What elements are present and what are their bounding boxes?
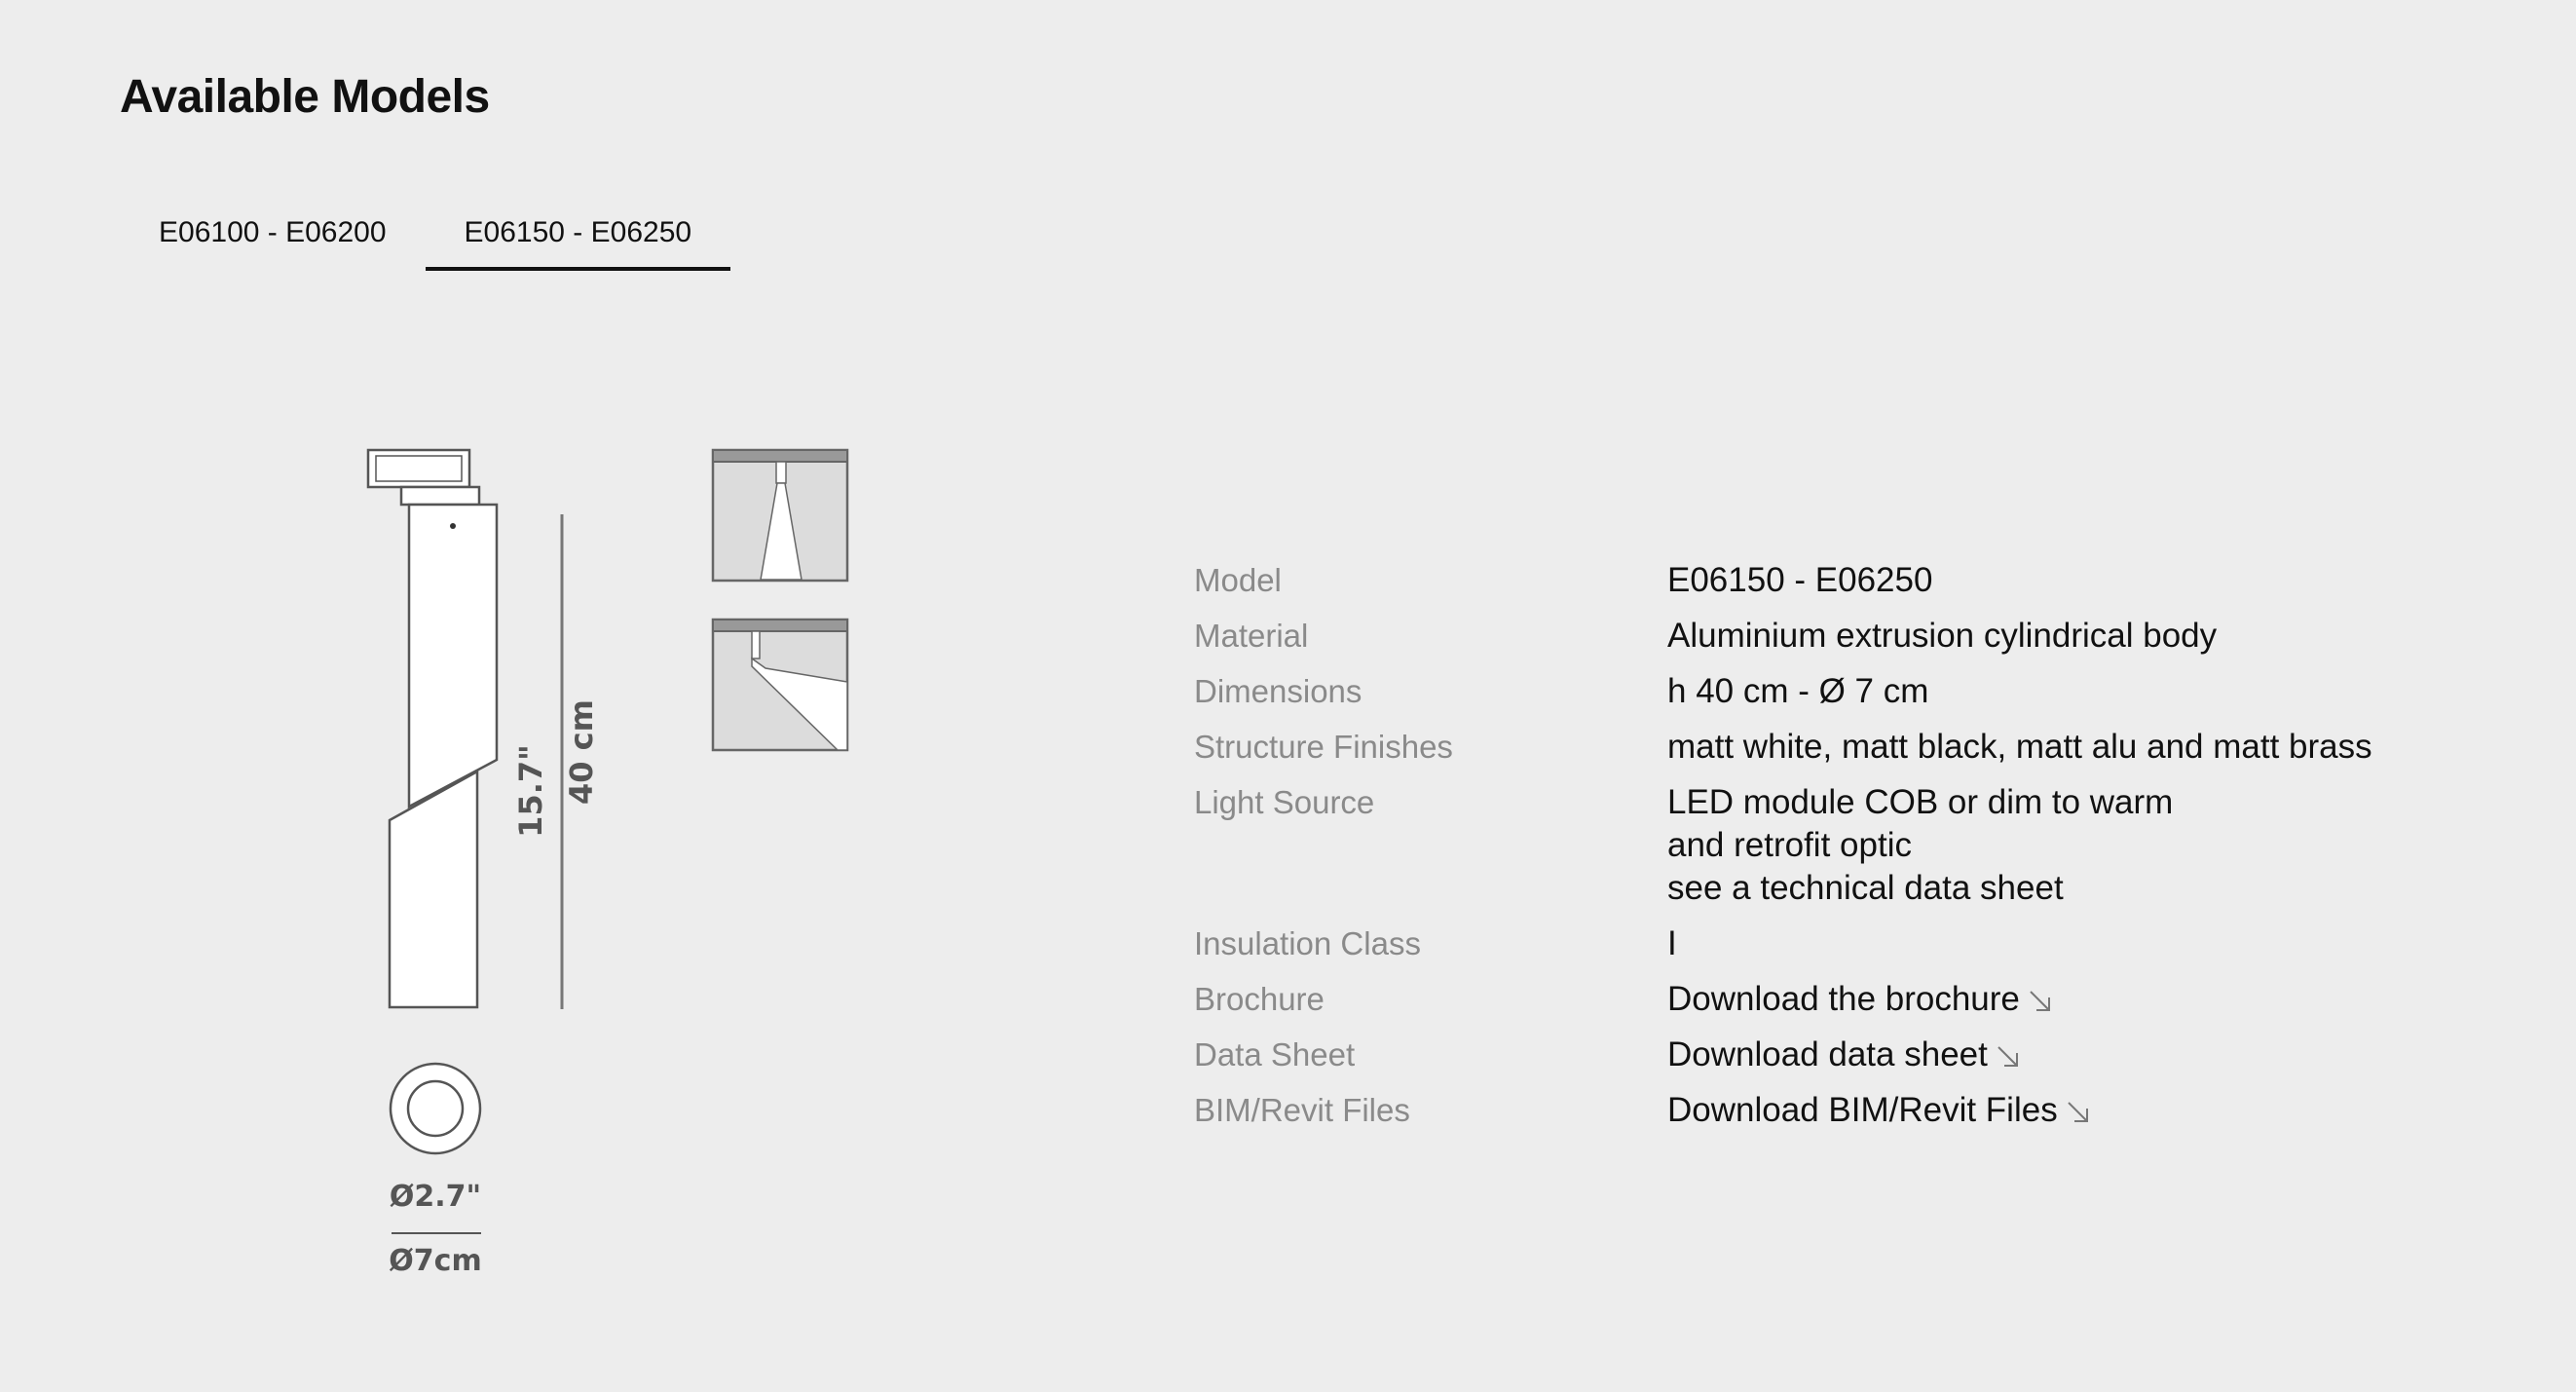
arrow-down-right-icon [1997,1046,2018,1067]
download-data-sheet-link[interactable]: Download data sheet [1667,1035,2021,1073]
spec-row-material: Material Aluminium extrusion cylindrical… [1194,617,2557,658]
spec-value-line: see a technical data sheet [1667,869,2064,907]
spec-value: I [1667,924,1677,962]
arrow-down-right-icon [2067,1102,2088,1122]
spec-value: E06150 - E06250 [1667,561,1933,599]
specs-table: Model E06150 - E06250 Material Aluminium… [1194,561,2557,1148]
tab-e06150-e06250[interactable]: E06150 - E06250 [425,216,731,271]
spec-row-data-sheet: Data Sheet Download data sheet [1194,1034,2557,1076]
download-data-sheet-label: Download data sheet [1667,1035,1988,1073]
spec-row-light-source: Light Source LED module COB or dim to wa… [1194,783,2557,910]
spec-value: Download data sheet [1667,1034,2021,1076]
page-title: Available Models [120,71,490,123]
diameter-inch-label: Ø2.7" [390,1180,481,1214]
spec-label: Data Sheet [1194,1036,1356,1072]
download-brochure-label: Download the brochure [1667,980,2020,1018]
spec-value-line: and retrofit optic [1667,826,1912,864]
spec-value: Download BIM/Revit Files [1667,1089,2091,1132]
upper-body-shape [407,503,499,809]
spec-label: Structure Finishes [1194,729,1453,765]
spec-label: Insulation Class [1194,925,1421,961]
height-inch-label: 15.7" [512,744,549,838]
spec-row-insulation: Insulation Class I [1194,924,2557,965]
model-tabs: E06100 - E06200 E06150 - E06250 [120,216,731,271]
spec-value: Aluminium extrusion cylindrical body [1667,617,2218,655]
spec-label: Brochure [1194,981,1325,1017]
spec-row-model: Model E06150 - E06250 [1194,561,2557,602]
spec-label: Model [1194,562,1282,598]
download-bim-label: Download BIM/Revit Files [1667,1091,2058,1129]
spec-value: matt white, matt black, matt alu and mat… [1667,728,2372,766]
arrow-down-right-icon [2030,991,2050,1011]
spec-value: Download the brochure [1667,978,2053,1021]
spec-row-bim: BIM/Revit Files Download BIM/Revit Files [1194,1091,2557,1132]
diameter-cm-label: Ø7cm [389,1244,481,1278]
spec-label: Material [1194,618,1309,654]
spec-row-brochure: Brochure Download the brochure [1194,980,2557,1021]
spec-row-dimensions: Dimensions h 40 cm - Ø 7 cm [1194,672,2557,713]
spec-label: Light Source [1194,784,1375,820]
beam-diagram-angled [711,618,849,752]
height-cm-label: 40 cm [563,699,600,805]
spec-label: BIM/Revit Files [1194,1092,1410,1128]
spec-value: LED module COB or dim to warm and retrof… [1667,781,2173,910]
technical-drawing: 15.7" 40 cm Ø2.7" Ø7cm [366,448,849,1278]
download-bim-link[interactable]: Download BIM/Revit Files [1667,1091,2091,1129]
spec-row-finishes: Structure Finishes matt white, matt blac… [1194,728,2557,769]
adapter-joint-shape [399,485,481,507]
spec-value-line: LED module COB or dim to warm [1667,783,2174,821]
spec-label: Dimensions [1194,673,1363,709]
bottom-view-inner-circle [406,1079,465,1138]
beam-diagram-narrow [711,448,849,583]
spec-value: h 40 cm - Ø 7 cm [1667,672,1929,710]
lower-body-shape [388,769,479,1009]
tab-e06100-e06200[interactable]: E06100 - E06200 [120,216,426,271]
download-brochure-link[interactable]: Download the brochure [1667,980,2053,1018]
